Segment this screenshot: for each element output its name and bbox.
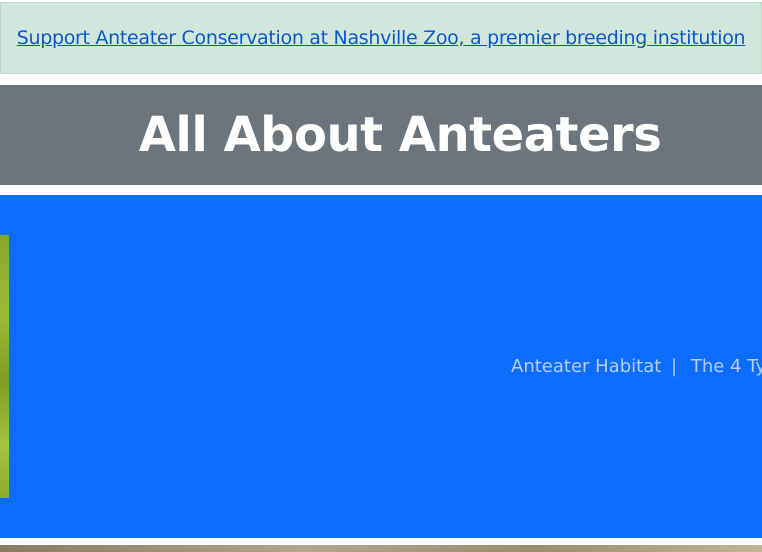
nav-separator: | — [671, 356, 678, 377]
conservation-banner: Support Anteater Conservation at Nashvil… — [0, 2, 762, 74]
conservation-link[interactable]: Support Anteater Conservation at Nashvil… — [17, 27, 746, 49]
bottom-image-edge — [0, 545, 762, 552]
anteater-image — [0, 235, 9, 498]
nav-link-types[interactable]: The 4 Typ — [691, 356, 762, 377]
hero-section: Anteater Habitat | The 4 Typ — [0, 195, 762, 538]
hero-nav-links: Anteater Habitat | The 4 Typ — [511, 356, 762, 377]
page-title: All About Anteaters — [138, 107, 662, 163]
page-header: All About Anteaters — [0, 85, 762, 185]
nav-link-habitat[interactable]: Anteater Habitat — [511, 356, 661, 377]
